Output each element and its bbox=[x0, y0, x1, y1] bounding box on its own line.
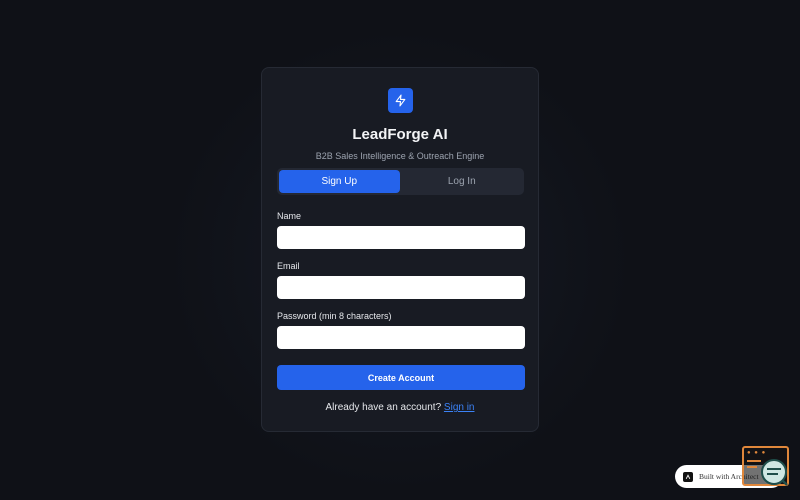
password-label: Password (min 8 characters) bbox=[277, 311, 392, 321]
sign-in-link[interactable]: Sign in bbox=[444, 402, 475, 413]
name-label: Name bbox=[277, 211, 302, 221]
lightning-bolt-icon bbox=[388, 88, 413, 113]
tab-sign-up[interactable]: Sign Up bbox=[279, 170, 400, 193]
auth-card: LeadForge AI B2B Sales Intelligence & Ou… bbox=[261, 67, 539, 432]
create-account-button[interactable]: Create Account bbox=[277, 365, 525, 390]
app-title: LeadForge AI bbox=[352, 126, 448, 143]
name-input[interactable] bbox=[277, 226, 525, 249]
email-label: Email bbox=[277, 261, 300, 271]
email-input[interactable] bbox=[277, 276, 525, 299]
password-input[interactable] bbox=[277, 326, 525, 349]
auth-tabs: Sign Up Log In bbox=[277, 168, 524, 195]
widget-line bbox=[747, 460, 761, 462]
chat-support-icon[interactable] bbox=[760, 458, 788, 486]
widget-line bbox=[747, 466, 757, 468]
tab-log-in[interactable]: Log In bbox=[402, 170, 523, 193]
architect-logo-icon bbox=[683, 471, 693, 482]
app-subtitle: B2B Sales Intelligence & Outreach Engine bbox=[315, 151, 485, 161]
widget-dots: ● ● ● bbox=[747, 450, 767, 456]
sign-in-prompt-text: Already have an account? bbox=[325, 402, 442, 413]
sign-in-prompt: Already have an account? Sign in bbox=[262, 402, 538, 413]
